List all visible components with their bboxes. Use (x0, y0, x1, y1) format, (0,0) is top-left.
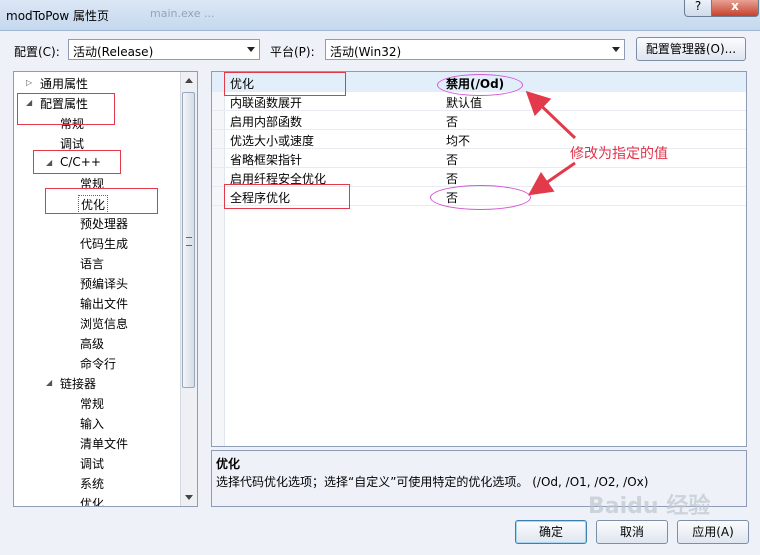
arrow-to-optimization-value (525, 90, 577, 140)
watermark: Baidu 经验 (588, 494, 711, 519)
annotation-arrows (525, 90, 577, 196)
annotation-note: 修改为指定的值 (570, 146, 668, 162)
arrow-to-whole-program-value (528, 161, 576, 196)
